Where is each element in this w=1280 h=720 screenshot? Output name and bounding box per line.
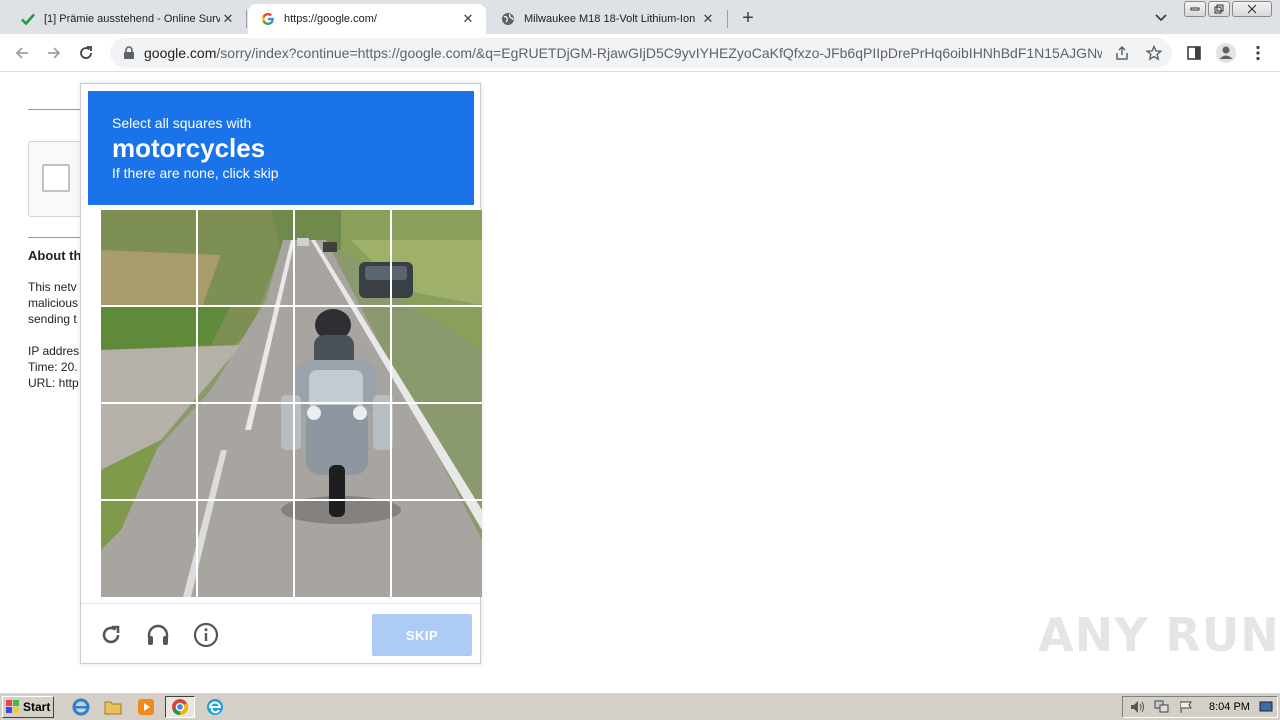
captcha-tile[interactable] [391,210,482,305]
reload-challenge-icon[interactable] [98,622,124,648]
chrome-icon[interactable] [165,696,195,718]
captcha-hint: If there are none, click skip [112,165,279,181]
chevron-down-icon[interactable] [1151,8,1171,28]
captcha-tile[interactable] [198,403,293,498]
tab-title: [1] Prämie ausstehend - Online Surv [44,13,220,25]
about-line: sending t [28,312,77,326]
captcha-tile[interactable] [198,210,293,305]
captcha-tile[interactable] [391,403,482,498]
share-icon[interactable] [1114,45,1130,61]
forward-icon[interactable] [40,39,68,67]
info-icon[interactable] [193,622,219,648]
time-line: Time: 20. [28,360,78,374]
close-icon[interactable]: ✕ [220,11,236,27]
flag-icon[interactable] [1175,697,1197,717]
media-player-icon[interactable] [135,697,157,717]
restore-button[interactable] [1208,1,1230,17]
grid-line [101,499,482,501]
tab-survey[interactable]: [1] Prämie ausstehend - Online Surv ✕ [8,4,246,34]
captcha-header: Select all squares with motorcycles If t… [88,91,474,205]
captcha-tile[interactable] [294,307,389,402]
grid-line [101,402,482,404]
windows-logo-icon [6,700,19,713]
clock: 8:04 PM [1209,701,1250,713]
captcha-tile[interactable] [198,500,293,595]
speaker-icon[interactable] [1127,697,1149,717]
about-line: malicious [28,296,79,310]
grid-line [101,305,482,307]
captcha-challenge: Select all squares with motorcycles If t… [80,83,482,664]
captcha-footer: SKIP [81,603,480,663]
star-icon[interactable] [1146,45,1162,61]
close-icon[interactable]: ✕ [460,11,476,27]
google-g-icon [260,11,276,27]
globe-icon [500,11,516,27]
folder-icon[interactable] [102,697,124,717]
start-button[interactable]: Start [2,696,54,718]
tab-title: Milwaukee M18 18-Volt Lithium-Ion [524,13,696,25]
edge-icon[interactable] [204,697,226,717]
minimize-button[interactable] [1184,1,1206,17]
captcha-image-grid [101,210,482,597]
recaptcha-checkbox[interactable] [42,164,70,192]
tab-title: https://google.com/ [284,13,377,25]
lock-icon[interactable] [114,46,144,60]
close-window-button[interactable] [1232,1,1272,17]
green-check-icon [20,11,36,27]
tab-milwaukee[interactable]: Milwaukee M18 18-Volt Lithium-Ion ✕ [488,4,726,34]
captcha-tile[interactable] [101,307,196,402]
tab-google[interactable]: https://google.com/ ✕ [248,4,486,34]
about-heading: About th [28,248,82,263]
url-text: google.com/sorry/index?continue=https://… [144,45,1102,61]
new-tab-button[interactable]: + [736,6,760,30]
profile-avatar-icon[interactable] [1212,39,1240,67]
captcha-instruction: Select all squares with [112,115,252,131]
side-panel-icon[interactable] [1180,39,1208,67]
captcha-tile[interactable] [294,403,389,498]
tab-separator [246,10,247,28]
reload-icon[interactable] [72,39,100,67]
captcha-tile[interactable] [101,500,196,595]
menu-kebab-icon[interactable] [1244,39,1272,67]
captcha-tile[interactable] [101,210,196,305]
captcha-tile[interactable] [391,307,482,402]
captcha-tile[interactable] [294,500,389,595]
captcha-tile[interactable] [391,500,482,595]
back-icon[interactable] [8,39,36,67]
address-bar[interactable]: google.com/sorry/index?continue=https://… [110,38,1172,68]
skip-button[interactable]: SKIP [372,614,472,656]
captcha-tile[interactable] [198,307,293,402]
browser-toolbar: google.com/sorry/index?continue=https://… [0,34,1280,72]
anyrun-watermark: ANY RUN [1038,608,1280,662]
captcha-tile[interactable] [294,210,389,305]
about-line: This netv [28,280,77,294]
close-icon[interactable]: ✕ [700,11,716,27]
url-line: URL: http [28,376,79,390]
ie-icon[interactable] [70,697,92,717]
system-tray: 8:04 PM [1122,696,1278,718]
network-icon[interactable] [1151,697,1173,717]
taskbar: Start 8:04 PM [0,692,1280,720]
tab-separator [727,10,728,28]
headphones-icon[interactable] [145,622,171,648]
captcha-tile[interactable] [101,403,196,498]
ip-address-line: IP addres [28,344,80,358]
tab-strip: [1] Prämie ausstehend - Online Surv ✕ ht… [0,0,1280,34]
start-label: Start [23,700,51,714]
captcha-keyword: motorcycles [112,133,266,163]
show-desktop-icon[interactable] [1255,697,1277,717]
